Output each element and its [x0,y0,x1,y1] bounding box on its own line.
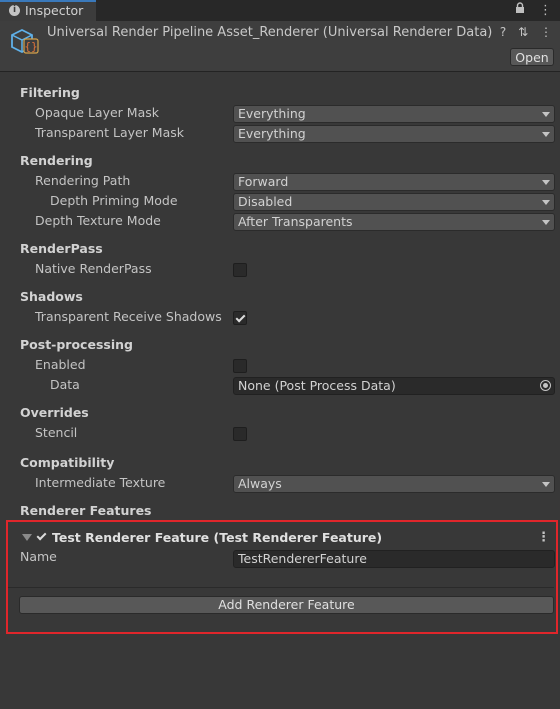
header-icons: ? ⇅ ⋮ [492,25,552,39]
open-button[interactable]: Open [510,48,554,66]
tab-tools: ⋮ [505,2,552,18]
object-picker-icon[interactable] [540,380,551,391]
tab-inspector[interactable]: i Inspector [0,0,96,21]
post-processing-enabled-checkbox[interactable] [233,359,247,373]
opaque-layer-mask-label: Opaque Layer Mask [35,105,159,120]
chevron-down-icon [542,220,550,225]
rendering-path-label: Rendering Path [35,173,131,188]
section-post-processing: Post-processing [20,337,133,352]
help-icon[interactable]: ? [500,25,506,39]
chevron-down-icon [542,180,550,185]
feature-name-value: TestRendererFeature [238,551,367,566]
post-processing-enabled-label: Enabled [35,357,86,372]
depth-texture-mode-dropdown[interactable]: After Transparents [233,213,555,231]
section-overrides: Overrides [20,405,89,420]
stencil-label: Stencil [35,425,78,440]
rendering-path-dropdown[interactable]: Forward [233,173,555,191]
lock-icon[interactable] [515,2,529,18]
chevron-down-icon [542,482,550,487]
feature-menu-icon[interactable]: ⋮ [537,530,550,546]
section-rendering: Rendering [20,153,93,168]
transparent-receive-shadows-label: Transparent Receive Shadows [35,309,222,324]
post-process-data-label: Data [50,377,80,392]
transparent-layer-mask-value: Everything [238,126,306,141]
intermediate-texture-dropdown[interactable]: Always [233,475,555,493]
section-shadows: Shadows [20,289,83,304]
scriptable-object-icon: {} [11,28,39,54]
svg-text:{}: {} [24,40,37,53]
inspector-header: {} Universal Render Pipeline Asset_Rende… [0,21,560,72]
feature-name-input[interactable]: TestRendererFeature [233,550,555,568]
tab-inspector-label: Inspector [25,3,84,18]
opaque-layer-mask-dropdown[interactable]: Everything [233,105,555,123]
intermediate-texture-label: Intermediate Texture [35,475,166,490]
native-renderpass-checkbox[interactable] [233,263,247,277]
transparent-layer-mask-label: Transparent Layer Mask [35,125,184,140]
add-renderer-feature-button[interactable]: Add Renderer Feature [19,596,554,614]
info-icon: i [9,5,20,16]
chevron-down-icon [542,112,550,117]
feature-enabled-checkmark-icon[interactable] [37,532,46,537]
native-renderpass-label: Native RenderPass [35,261,152,276]
transparent-layer-mask-dropdown[interactable]: Everything [233,125,555,143]
depth-priming-mode-value: Disabled [238,194,293,209]
feature-divider [8,587,554,588]
kebab-menu-icon[interactable]: ⋮ [539,3,552,18]
tab-bar: i Inspector ⋮ [0,0,560,21]
opaque-layer-mask-value: Everything [238,106,306,121]
renderer-feature-title: Test Renderer Feature (Test Renderer Fea… [52,530,383,545]
asset-title: Universal Render Pipeline Asset_Renderer… [47,25,493,40]
depth-priming-mode-dropdown[interactable]: Disabled [233,193,555,211]
chevron-down-icon [542,132,550,137]
section-compatibility: Compatibility [20,455,115,470]
foldout-arrow-icon[interactable] [22,534,32,541]
depth-texture-mode-label: Depth Texture Mode [35,213,161,228]
rendering-path-value: Forward [238,174,289,189]
feature-name-label: Name [20,549,57,564]
context-menu-icon[interactable]: ⋮ [540,25,552,39]
renderer-feature-header[interactable]: Test Renderer Feature (Test Renderer Fea… [8,529,554,547]
section-renderer-features: Renderer Features [20,503,152,518]
preset-icon[interactable]: ⇅ [518,25,528,39]
chevron-down-icon [542,200,550,205]
depth-texture-mode-value: After Transparents [238,214,353,229]
depth-priming-mode-label: Depth Priming Mode [50,193,178,208]
post-process-data-field[interactable]: None (Post Process Data) [233,377,555,395]
section-filtering: Filtering [20,85,80,100]
section-renderpass: RenderPass [20,241,103,256]
transparent-receive-shadows-checkbox[interactable] [233,311,247,325]
stencil-checkbox[interactable] [233,427,247,441]
intermediate-texture-value: Always [238,476,282,491]
post-process-data-value: None (Post Process Data) [238,378,396,393]
